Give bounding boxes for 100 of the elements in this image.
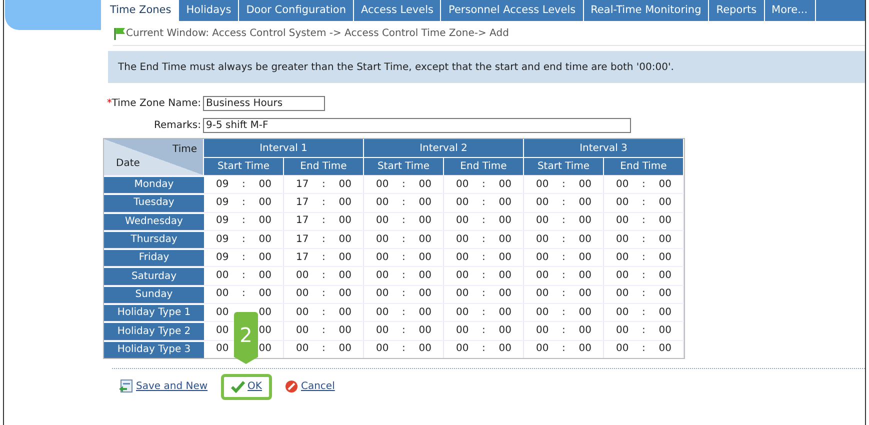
hour-value[interactable]: 00 [296,288,309,300]
minute-value[interactable]: 00 [658,343,672,356]
hour-value[interactable]: 00 [216,325,229,338]
hour-value[interactable]: 00 [536,343,549,356]
minute-value[interactable]: 00 [578,306,592,319]
minute-value[interactable]: 00 [498,325,512,338]
hour-value[interactable]: 00 [456,252,469,264]
hour-value[interactable]: 00 [536,288,549,300]
hour-value[interactable]: 09 [216,234,229,246]
minute-value[interactable]: 00 [578,288,592,300]
minute-value[interactable]: 00 [498,196,512,209]
minute-value[interactable]: 00 [418,306,432,319]
hour-value[interactable]: 00 [456,288,469,300]
hour-value[interactable]: 09 [216,215,229,228]
minute-value[interactable]: 00 [498,178,512,191]
minute-value[interactable]: 00 [258,325,272,338]
minute-value[interactable]: 00 [338,252,352,264]
minute-value[interactable]: 00 [258,178,272,191]
hour-value[interactable]: 00 [536,215,549,228]
hour-value[interactable]: 00 [216,288,229,300]
minute-value[interactable]: 00 [658,325,672,338]
hour-value[interactable]: 00 [296,325,309,338]
minute-value[interactable]: 00 [418,234,432,246]
minute-value[interactable]: 00 [338,178,352,191]
hour-value[interactable]: 00 [296,270,309,282]
minute-value[interactable]: 00 [338,215,352,228]
hour-value[interactable]: 17 [296,234,309,246]
hour-value[interactable]: 00 [456,178,469,191]
minute-value[interactable]: 00 [258,288,272,300]
hour-value[interactable]: 00 [616,270,629,282]
minute-value[interactable]: 00 [498,234,512,246]
minute-value[interactable]: 00 [258,252,272,264]
hour-value[interactable]: 17 [296,196,309,209]
hour-value[interactable]: 00 [376,234,389,246]
minute-value[interactable]: 00 [258,343,272,356]
hour-value[interactable]: 00 [536,252,549,264]
hour-value[interactable]: 00 [456,343,469,356]
hour-value[interactable]: 00 [216,343,229,356]
hour-value[interactable]: 00 [456,270,469,282]
hour-value[interactable]: 00 [376,306,389,319]
hour-value[interactable]: 00 [616,215,629,228]
minute-value[interactable]: 00 [578,252,592,264]
hour-value[interactable]: 00 [376,270,389,282]
minute-value[interactable]: 00 [258,196,272,209]
minute-value[interactable]: 00 [338,325,352,338]
hour-value[interactable]: 00 [456,215,469,228]
minute-value[interactable]: 00 [338,306,352,319]
minute-value[interactable]: 00 [258,215,272,228]
hour-value[interactable]: 00 [456,325,469,338]
hour-value[interactable]: 09 [216,196,229,209]
hour-value[interactable]: 00 [536,234,549,246]
minute-value[interactable]: 00 [498,215,512,228]
hour-value[interactable]: 00 [216,270,229,282]
minute-value[interactable]: 00 [498,270,512,282]
minute-value[interactable]: 00 [418,215,432,228]
minute-value[interactable]: 00 [658,234,672,246]
minute-value[interactable]: 00 [578,270,592,282]
minute-value[interactable]: 00 [658,178,672,191]
hour-value[interactable]: 00 [616,306,629,319]
hour-value[interactable]: 00 [296,306,309,319]
input-field[interactable]: Business Hours [203,96,325,111]
hour-value[interactable]: 00 [376,196,389,209]
minute-value[interactable]: 00 [338,234,352,246]
hour-value[interactable]: 00 [616,234,629,246]
hour-value[interactable]: 00 [296,343,309,356]
minute-value[interactable]: 00 [658,306,672,319]
hour-value[interactable]: 09 [216,178,229,191]
hour-value[interactable]: 00 [376,215,389,228]
hour-value[interactable]: 17 [296,215,309,228]
hour-value[interactable]: 00 [536,270,549,282]
minute-value[interactable]: 00 [658,270,672,282]
hour-value[interactable]: 00 [376,325,389,338]
minute-value[interactable]: 00 [578,178,592,191]
minute-value[interactable]: 00 [498,343,512,356]
minute-value[interactable]: 00 [418,325,432,338]
minute-value[interactable]: 00 [338,288,352,300]
hour-value[interactable]: 00 [616,178,629,191]
minute-value[interactable]: 00 [338,270,352,282]
minute-value[interactable]: 00 [578,325,592,338]
hour-value[interactable]: 00 [616,252,629,264]
hour-value[interactable]: 00 [536,325,549,338]
nav-tab[interactable]: Time Zones [103,0,180,21]
minute-value[interactable]: 00 [658,252,672,264]
nav-tab[interactable]: More... [764,0,816,21]
minute-value[interactable]: 00 [658,288,672,300]
minute-value[interactable]: 00 [418,343,432,356]
nav-tab[interactable]: Real-Time Monitoring [584,0,710,21]
hour-value[interactable]: 00 [536,306,549,319]
minute-value[interactable]: 00 [338,343,352,356]
hour-value[interactable]: 00 [616,325,629,338]
minute-value[interactable]: 00 [578,234,592,246]
minute-value[interactable]: 00 [658,196,672,209]
cancel-link[interactable]: Cancel [282,374,338,400]
minute-value[interactable]: 00 [418,178,432,191]
hour-value[interactable]: 00 [456,234,469,246]
minute-value[interactable]: 00 [498,306,512,319]
minute-value[interactable]: 00 [418,196,432,209]
save-and-new-link[interactable]: Save and New [115,374,211,400]
minute-value[interactable]: 00 [578,343,592,356]
input-field[interactable]: 9-5 shift M-F [203,118,631,133]
